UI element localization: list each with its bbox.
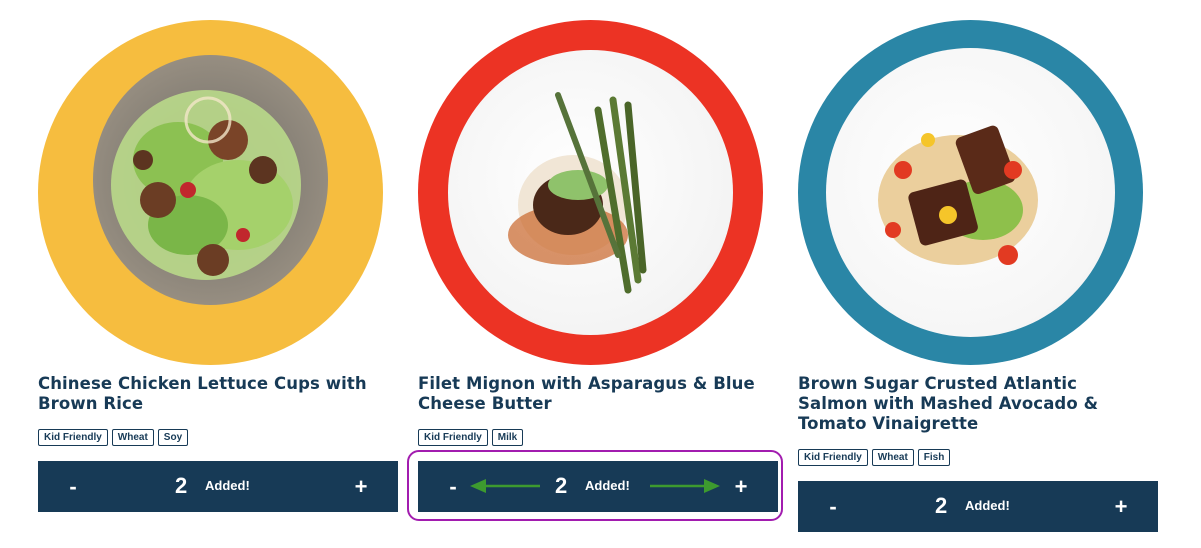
added-status: Added! <box>965 498 1010 513</box>
tag: Kid Friendly <box>798 449 868 466</box>
food-illustration <box>508 92 647 294</box>
tag: Wheat <box>111 429 154 446</box>
arrow-right-icon <box>650 479 720 493</box>
dietary-tags: Kid Friendly Wheat Soy <box>38 429 189 446</box>
meal-title[interactable]: Chinese Chicken Lettuce Cups with Brown … <box>38 374 378 414</box>
increase-button[interactable]: + <box>1096 481 1146 532</box>
highlight-outline <box>407 450 783 521</box>
meal-card: Chinese Chicken Lettuce Cups with Brown … <box>38 0 398 548</box>
food-illustration <box>111 90 301 280</box>
tag: Fish <box>917 449 951 466</box>
dietary-tags: Kid Friendly Milk <box>418 429 524 446</box>
tag: Kid Friendly <box>38 429 108 446</box>
tag: Wheat <box>871 449 914 466</box>
food-illustration <box>878 125 1038 265</box>
meal-card: Brown Sugar Crusted Atlantic Salmon with… <box>798 0 1158 548</box>
increase-button[interactable]: + <box>336 461 386 512</box>
tag: Kid Friendly <box>418 429 488 446</box>
tag: Soy <box>157 429 189 446</box>
meal-title[interactable]: Filet Mignon with Asparagus & Blue Chees… <box>418 374 758 414</box>
meal-title[interactable]: Brown Sugar Crusted Atlantic Salmon with… <box>798 374 1138 434</box>
meal-image[interactable] <box>418 20 763 365</box>
dietary-tags: Kid Friendly Wheat Fish <box>798 449 951 466</box>
added-status: Added! <box>205 478 250 493</box>
decrease-button[interactable]: - <box>48 461 98 512</box>
tag: Milk <box>491 429 524 446</box>
arrow-left-icon <box>470 479 540 493</box>
quantity-value: 2 <box>935 493 948 518</box>
quantity-value: 2 <box>175 473 188 498</box>
quantity-stepper: - 2 Added! + <box>38 461 398 512</box>
meal-image[interactable] <box>38 20 383 365</box>
quantity-stepper: - 2 Added! + <box>798 481 1158 532</box>
decrease-button[interactable]: - <box>808 481 858 532</box>
meal-image[interactable] <box>798 20 1143 365</box>
